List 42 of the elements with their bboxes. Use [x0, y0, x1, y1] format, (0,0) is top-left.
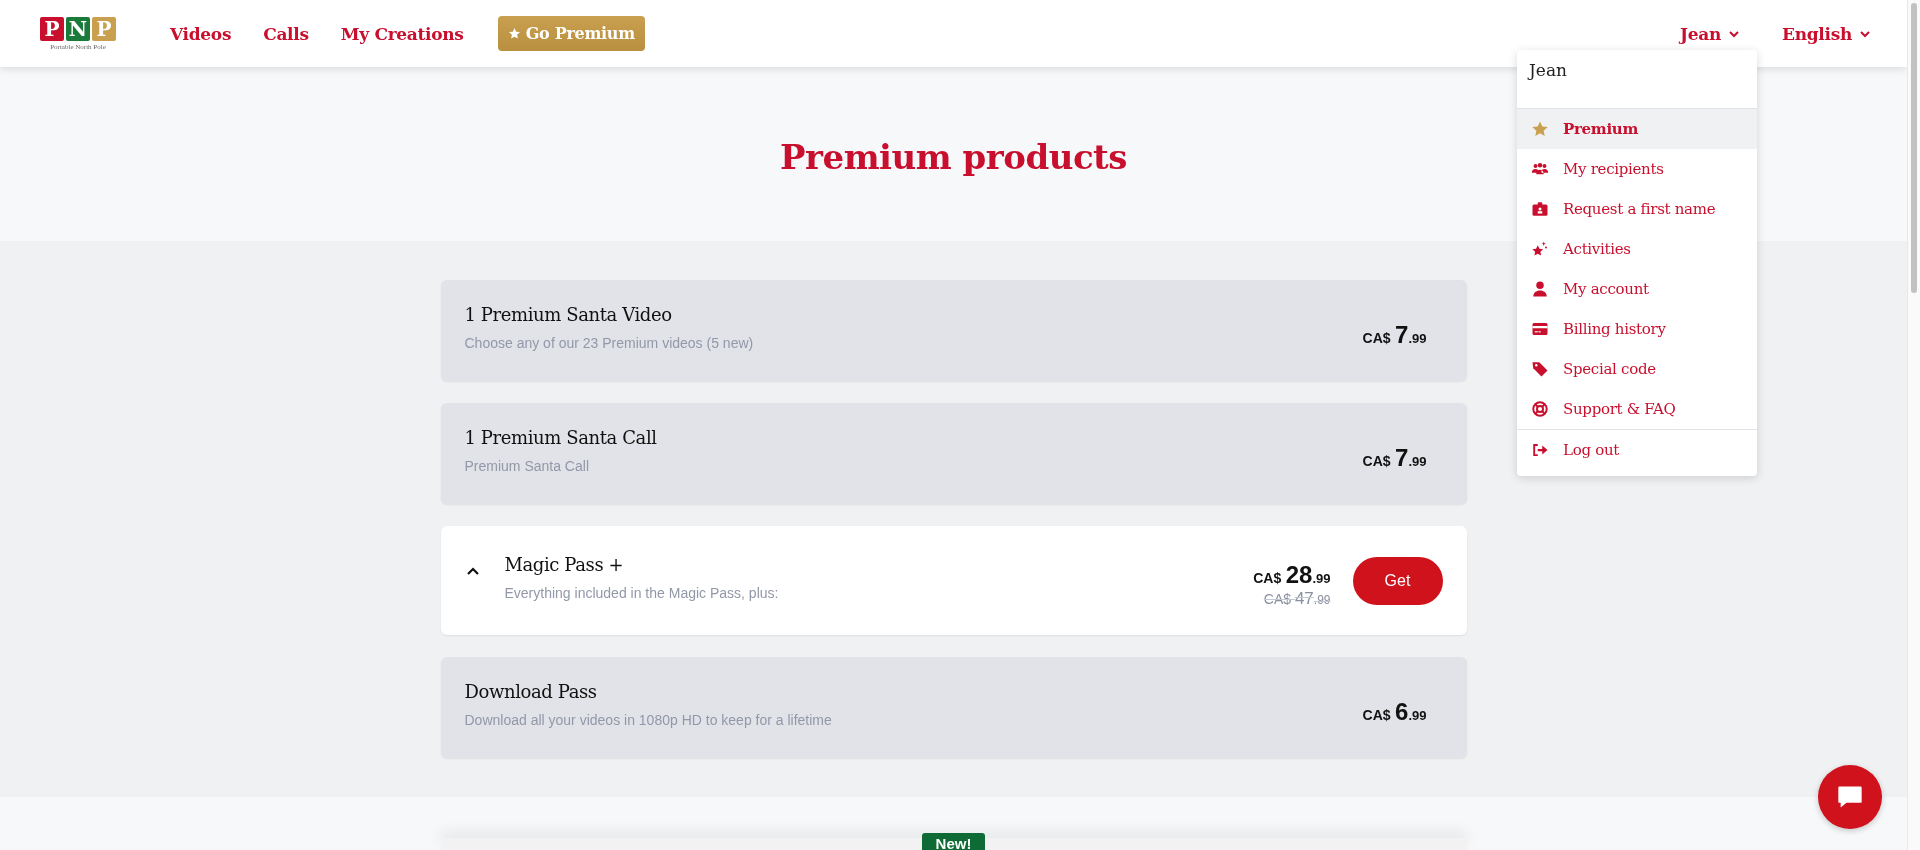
product-title: 1 Premium Santa Call [464, 427, 658, 448]
logout-icon [1531, 441, 1549, 459]
user-menu[interactable]: Jean [1674, 22, 1747, 45]
star-icon [507, 27, 521, 40]
new-badge: New! [921, 833, 986, 850]
logo-letter: P [92, 16, 116, 41]
tag-icon [1531, 360, 1549, 378]
product-description: Choose any of our 23 Premium videos (5 new) [464, 335, 755, 351]
logo-letter: P [40, 16, 64, 41]
dropdown-menu-item[interactable]: Billing history [1517, 309, 1757, 349]
product-price: CA$ 28.99 [1253, 560, 1331, 589]
product-title: Download Pass [464, 681, 598, 702]
person-icon [1531, 280, 1549, 298]
product-title: 1 Premium Santa Video [464, 304, 673, 325]
page-title: Premium products [780, 137, 1127, 177]
language-menu[interactable]: English [1776, 22, 1877, 45]
dropdown-menu-item[interactable]: My recipients [1517, 149, 1757, 189]
product-description: Premium Santa Call [464, 458, 590, 474]
product-price: CA$ 6.99 [1362, 697, 1427, 726]
dropdown-menu-item[interactable]: Special code [1517, 349, 1757, 389]
lifebuoy-icon [1531, 400, 1549, 418]
logout-menu-item[interactable]: Log out [1517, 430, 1757, 470]
dropdown-menu-item[interactable]: Support & FAQ [1517, 389, 1757, 429]
product-title: Magic Pass + [504, 554, 625, 575]
credit-card-icon [1531, 320, 1549, 338]
product-price: CA$ 7.99 [1362, 443, 1427, 472]
product-description: Everything included in the Magic Pass, plus: [504, 585, 780, 601]
dropdown-menu-item[interactable]: Request a first name [1517, 189, 1757, 229]
dropdown-menu-item[interactable]: My account [1517, 269, 1757, 309]
id-card-icon [1531, 200, 1549, 218]
get-button[interactable]: Get [1352, 556, 1443, 605]
nav-link[interactable]: Videos [170, 23, 232, 44]
product-description: Download all your videos in 1080p HD to keep for a lifetime [464, 712, 833, 728]
chat-button[interactable] [1818, 765, 1882, 829]
nav-link[interactable]: Calls [263, 23, 309, 44]
dropdown-menu-item[interactable]: Premium [1517, 109, 1757, 149]
star-icon [1531, 120, 1549, 138]
sparkle-star-icon [1531, 240, 1549, 258]
product-price: CA$ 7.99 [1362, 320, 1427, 349]
dropdown-menu-item[interactable]: Activities [1517, 229, 1757, 269]
logo-letter: N [66, 16, 90, 41]
nav-link[interactable]: My Creations [340, 23, 464, 44]
